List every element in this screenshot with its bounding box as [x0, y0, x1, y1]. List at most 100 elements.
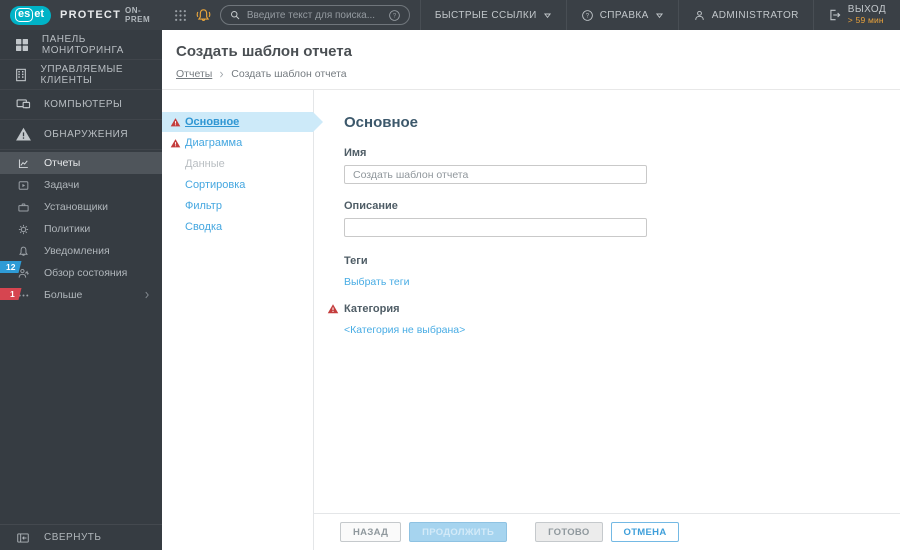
- wizard-step-chart[interactable]: Диаграмма: [162, 133, 313, 153]
- warning-icon: [170, 138, 182, 149]
- warning-icon: [327, 303, 339, 315]
- tags-label: Теги: [344, 255, 368, 267]
- continue-button[interactable]: ПРОДОЛЖИТЬ: [409, 522, 508, 542]
- wizard-step-label: Основное: [185, 116, 240, 128]
- chevron-down-icon: [655, 13, 663, 18]
- wizard-step-label: Диаграмма: [185, 137, 243, 149]
- session-timer: > 59 мин: [847, 15, 884, 25]
- installers-icon: [8, 201, 38, 214]
- apps-grid-icon[interactable]: [174, 9, 187, 22]
- wizard-step-summary[interactable]: Сводка: [162, 217, 313, 237]
- collapse-label: СВЕРНУТЬ: [44, 532, 102, 543]
- help-menu[interactable]: ? СПРАВКА: [565, 0, 678, 30]
- sidebar-item-status-overview[interactable]: Обзор состояния: [0, 262, 162, 284]
- tasks-icon: [8, 179, 38, 192]
- description-label: Описание: [344, 200, 398, 212]
- computers-icon: [8, 96, 38, 113]
- wizard-step-label: Сводка: [185, 221, 223, 233]
- breadcrumb-current: Создать шаблон отчета: [231, 68, 347, 80]
- sidebar-item-more[interactable]: Больше: [0, 284, 162, 306]
- sidebar-item-policies[interactable]: Политики: [0, 218, 162, 240]
- form-area: Основное Имя Описание Теги Выбрать теги …: [314, 90, 900, 550]
- cancel-button[interactable]: ОТМЕНА: [610, 522, 680, 542]
- sidebar-item-computers[interactable]: КОМПЬЮТЕРЫ: [0, 90, 162, 120]
- notifications-icon: [8, 245, 38, 258]
- form-section-heading: Основное: [344, 114, 419, 131]
- svg-text:?: ?: [393, 13, 397, 19]
- breadcrumb-reports-link[interactable]: Отчеты: [176, 68, 212, 80]
- search-help-icon[interactable]: ?: [388, 9, 401, 22]
- quick-links-menu[interactable]: БЫСТРЫЕ ССЫЛКИ: [419, 0, 566, 30]
- notification-bell-icon[interactable]: [187, 0, 220, 30]
- back-button[interactable]: НАЗАД: [340, 522, 402, 542]
- sidebar-item-label: ПАНЕЛЬ МОНИТОРИНГА: [41, 33, 124, 56]
- sidebar-item-dashboard[interactable]: ПАНЕЛЬ МОНИТОРИНГА: [0, 30, 162, 60]
- sidebar-item-label: Задачи: [44, 179, 80, 191]
- description-field[interactable]: [344, 218, 647, 237]
- edition-name: ON-PREM: [125, 6, 151, 24]
- eset-logo-pill: es et: [10, 5, 52, 25]
- search-input[interactable]: [246, 9, 388, 21]
- category-label: Категория: [344, 303, 400, 315]
- sidebar-item-detections[interactable]: ОБНАРУЖЕНИЯ: [0, 120, 162, 150]
- exit-icon: [830, 9, 841, 21]
- name-field[interactable]: [344, 165, 647, 184]
- logo-et: et: [34, 8, 45, 20]
- page-title: Создать шаблон отчета: [176, 43, 352, 60]
- sidebar-item-label: КОМПЬЮТЕРЫ: [44, 99, 123, 110]
- wizard-footer: НАЗАД ПРОДОЛЖИТЬ ГОТОВО ОТМЕНА: [314, 513, 900, 550]
- user-menu[interactable]: ADMINISTRATOR: [677, 0, 813, 30]
- person-icon: [694, 10, 704, 20]
- product-name: PROTECT: [60, 9, 121, 21]
- finish-button[interactable]: ГОТОВО: [535, 522, 603, 542]
- sidebar-item-managed-clients[interactable]: УПРАВЛЯЕМЫЕ КЛИЕНТЫ: [0, 60, 162, 90]
- wizard-step-label: Данные: [185, 158, 225, 170]
- topbar: eset PROTECT ON-PREM ?: [0, 0, 900, 30]
- status-badge-red: 1: [0, 288, 22, 300]
- quick-links-label: БЫСТРЫЕ ССЫЛКИ: [434, 9, 537, 21]
- wizard-step-basic[interactable]: Основное: [162, 112, 323, 132]
- chevron-down-icon: [543, 13, 551, 18]
- sidebar-item-reports[interactable]: Отчеты: [0, 152, 162, 174]
- logout-button[interactable]: ВЫХОД > 59 мин: [812, 0, 900, 30]
- wizard-step-nav: Основное Диаграмма Данные Сортировка Фил…: [162, 90, 323, 550]
- search-icon: [230, 11, 240, 20]
- reports-icon: [8, 157, 38, 170]
- wizard-step-data: Данные: [162, 154, 313, 174]
- detections-icon: [8, 126, 38, 143]
- sidebar-item-label: УПРАВЛЯЕМЫЕ КЛИЕНТЫ: [40, 63, 124, 86]
- sidebar-item-label: Политики: [44, 223, 91, 235]
- dashboard-icon: [8, 37, 36, 53]
- managed-clients-icon: [8, 67, 34, 83]
- wizard-step-filter[interactable]: Фильтр: [162, 196, 313, 216]
- sidebar-item-notifications[interactable]: Уведомления: [0, 240, 162, 262]
- sidebar-item-label: Установщики: [44, 201, 108, 213]
- eset-logo: es et PROTECT ON-PREM: [0, 0, 187, 30]
- logo-es: es: [15, 7, 34, 22]
- sidebar-item-label: ОБНАРУЖЕНИЯ: [44, 129, 129, 140]
- sidebar-item-label: Больше: [44, 289, 83, 301]
- search-box: ?: [219, 5, 410, 25]
- collapse-sidebar-button[interactable]: СВЕРНУТЬ: [0, 524, 162, 550]
- help-circle-icon: ?: [581, 9, 593, 21]
- user-label: ADMINISTRATOR: [711, 9, 799, 21]
- wizard-step-label: Фильтр: [185, 200, 222, 212]
- sidebar-item-label: Отчеты: [44, 157, 81, 169]
- sidebar-item-installers[interactable]: Установщики: [0, 196, 162, 218]
- sidebar-item-label: Обзор состояния: [44, 267, 128, 279]
- warning-icon: [170, 117, 182, 128]
- collapse-icon: [8, 531, 38, 545]
- page-header: Создать шаблон отчета Отчеты Создать шаб…: [162, 30, 900, 90]
- select-category-link[interactable]: <Категория не выбрана>: [344, 324, 465, 336]
- wizard-step-label: Сортировка: [185, 179, 246, 191]
- select-tags-link[interactable]: Выбрать теги: [344, 276, 409, 288]
- chevron-right-icon: [142, 290, 152, 300]
- svg-text:?: ?: [585, 13, 589, 19]
- breadcrumb: Отчеты Создать шаблон отчета: [176, 68, 900, 80]
- policies-icon: [8, 223, 38, 236]
- name-label: Имя: [344, 147, 367, 159]
- wizard-step-sorting[interactable]: Сортировка: [162, 175, 313, 195]
- sidebar-item-label: Уведомления: [44, 245, 110, 257]
- sidebar-item-tasks[interactable]: Задачи: [0, 174, 162, 196]
- status-badge-blue: 12: [0, 261, 22, 273]
